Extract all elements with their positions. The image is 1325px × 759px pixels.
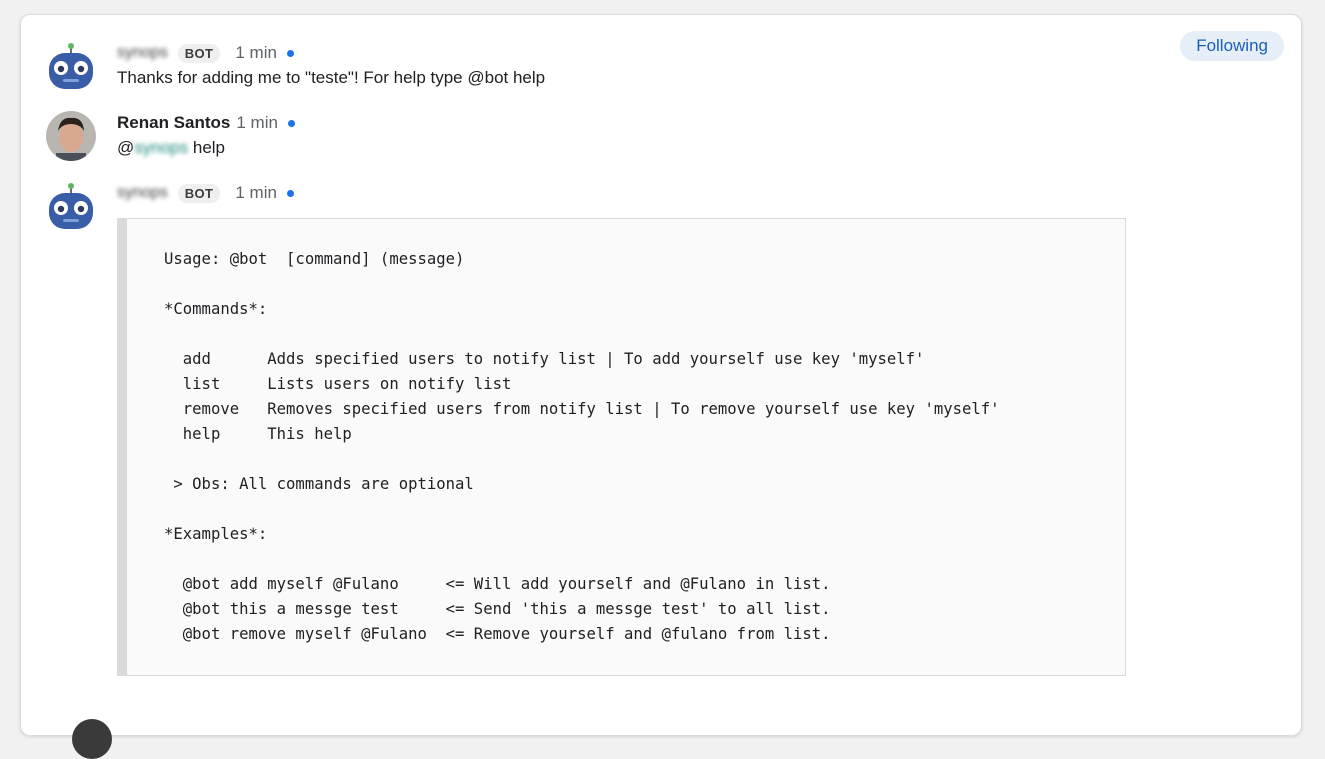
code-line: *Commands*: (164, 300, 268, 318)
code-block: Usage: @bot [command] (message) *Command… (117, 218, 1126, 676)
author-name[interactable]: Renan Santos (117, 113, 230, 133)
message-header: synops BOT 1 min (117, 183, 294, 203)
next-message-avatar[interactable] (72, 719, 112, 759)
timestamp[interactable]: 1 min (235, 43, 277, 63)
robot-avatar-icon[interactable] (46, 181, 96, 231)
message-header: Renan Santos 1 min (117, 113, 295, 133)
conversation-card: Following synops BOT 1 min Thanks for ad… (20, 14, 1302, 759)
message-body: help (192, 138, 226, 157)
robot-avatar-icon[interactable] (46, 41, 96, 91)
author-name[interactable]: synops (117, 184, 168, 202)
code-line: list Lists users on notify list (164, 375, 512, 393)
timestamp[interactable]: 1 min (235, 183, 277, 203)
bot-badge: BOT (177, 43, 221, 63)
code-line: @bot add myself @Fulano <= Will add your… (164, 575, 831, 593)
unread-dot-icon (287, 119, 295, 127)
unread-dot-icon (286, 49, 294, 57)
bot-badge: BOT (177, 183, 221, 203)
message-text: @synops help (117, 138, 225, 158)
code-line: *Examples*: (164, 525, 268, 543)
code-line: add Adds specified users to notify list … (164, 350, 925, 368)
author-name[interactable]: synops (117, 44, 168, 62)
user-avatar[interactable] (46, 111, 96, 161)
following-button[interactable]: Following (1180, 31, 1284, 61)
code-line: remove Removes specified users from noti… (164, 400, 1000, 418)
code-line: Usage: @bot [command] (message) (164, 250, 465, 268)
code-line: > Obs: All commands are optional (164, 475, 474, 493)
mention-prefix: @ (117, 138, 135, 157)
message-text: Thanks for adding me to "teste"! For hel… (117, 68, 546, 87)
mention[interactable]: synops (134, 138, 188, 157)
code-line: @bot this a messge test <= Send 'this a … (164, 600, 831, 618)
code-content: Usage: @bot [command] (message) *Command… (164, 247, 1000, 647)
message-header: synops BOT 1 min (117, 43, 294, 63)
timestamp[interactable]: 1 min (236, 113, 278, 133)
unread-dot-icon (286, 189, 294, 197)
code-line: @bot remove myself @Fulano <= Remove you… (164, 625, 831, 643)
code-line: help This help (164, 425, 352, 443)
